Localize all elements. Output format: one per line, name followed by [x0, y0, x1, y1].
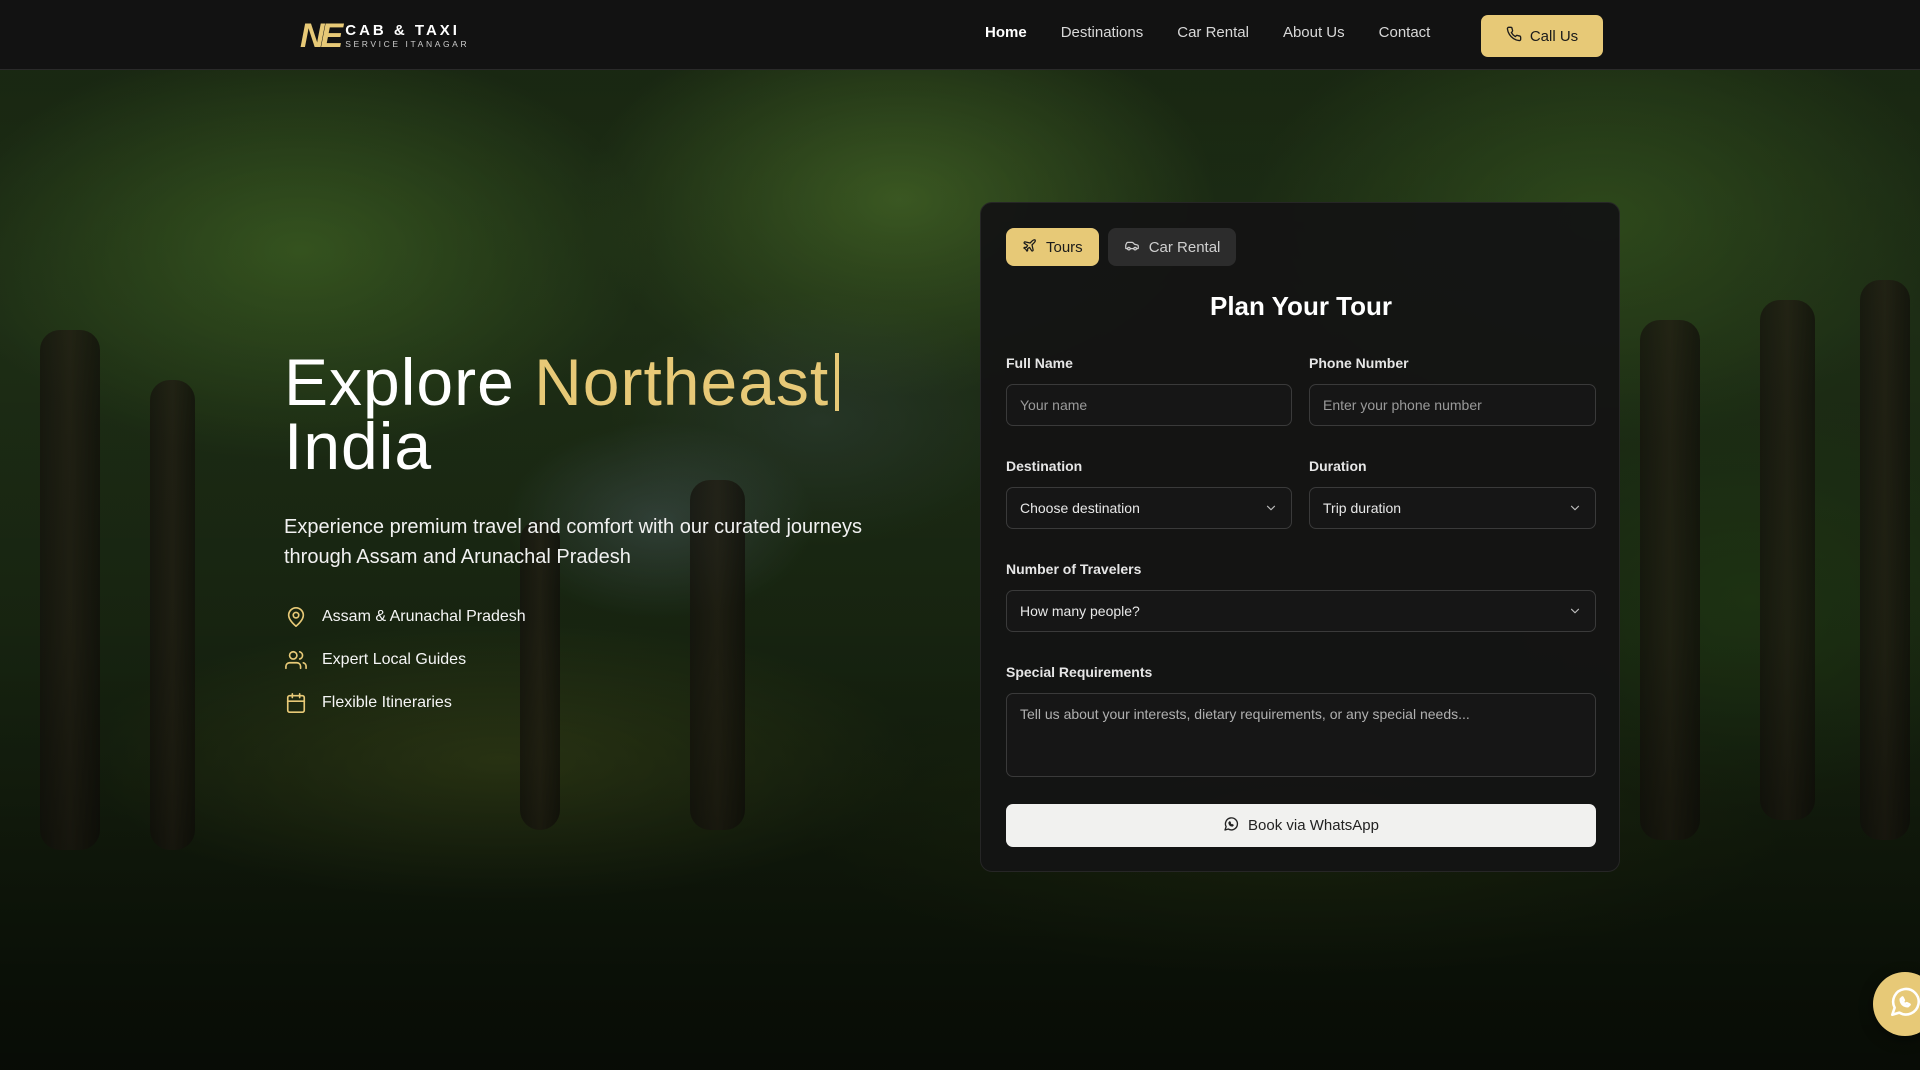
logo-line2: SERVICE ITANAGAR — [345, 39, 470, 49]
destination-value: Choose destination — [1020, 500, 1140, 516]
phone-input[interactable] — [1309, 384, 1596, 426]
brand-logo[interactable]: NE CAB & TAXI SERVICE ITANAGAR — [300, 17, 470, 55]
duration-select[interactable]: Trip duration — [1309, 487, 1596, 529]
duration-label: Duration — [1309, 458, 1367, 474]
book-whatsapp-label: Book via WhatsApp — [1248, 817, 1379, 834]
tab-tours-label: Tours — [1046, 238, 1083, 256]
nav-link-destinations[interactable]: Destinations — [1061, 24, 1144, 41]
hero-title: Explore Northeast India — [284, 349, 924, 479]
feature-label: Expert Local Guides — [322, 650, 467, 668]
typing-cursor — [835, 353, 840, 411]
plan-tour-card: Tours Car Rental Plan Your Tour Full Nam… — [980, 202, 1620, 872]
hero-title-suffix: India — [284, 409, 433, 483]
travelers-select[interactable]: How many people? — [1006, 590, 1596, 632]
nav-link-home[interactable]: Home — [985, 24, 1027, 41]
hero-subtitle: Experience premium travel and comfort wi… — [284, 516, 863, 568]
calendar-icon — [284, 691, 308, 715]
feature-item: Assam & Arunachal Pradesh — [284, 604, 526, 629]
duration-value: Trip duration — [1323, 500, 1402, 516]
logo-text: CAB & TAXI SERVICE ITANAGAR — [345, 22, 470, 50]
book-whatsapp-button[interactable]: Book via WhatsApp — [1006, 804, 1596, 847]
call-us-label: Call Us — [1529, 27, 1579, 45]
feature-label: Flexible Itineraries — [322, 693, 452, 711]
users-icon — [284, 648, 308, 672]
logo-mark: NE — [300, 17, 343, 55]
destination-select[interactable]: Choose destination — [1006, 487, 1292, 529]
form-title: Plan Your Tour — [1209, 291, 1392, 321]
hero-title-accent: Northeast — [534, 345, 830, 419]
full-name-label: Full Name — [1006, 355, 1073, 371]
nav-link-about-us[interactable]: About Us — [1283, 24, 1345, 41]
car-icon — [1124, 238, 1140, 257]
feature-list: Assam & Arunachal Pradesh Expert Local G… — [284, 604, 526, 715]
chevron-down-icon — [1570, 608, 1580, 614]
plane-icon — [1022, 238, 1037, 257]
phone-icon — [1506, 26, 1522, 46]
destination-label: Destination — [1006, 458, 1083, 474]
travelers-label: Number of Travelers — [1006, 561, 1142, 577]
nav-link-contact[interactable]: Contact — [1379, 24, 1431, 41]
chevron-down-icon — [1570, 505, 1580, 511]
requirements-textarea[interactable] — [1006, 693, 1596, 777]
nav-menu: Home Destinations Car Rental About Us Co… — [985, 24, 1430, 41]
travelers-value: How many people? — [1020, 603, 1140, 619]
feature-item: Expert Local Guides — [284, 647, 526, 672]
map-pin-icon — [284, 605, 308, 629]
tab-tours[interactable]: Tours — [1006, 228, 1099, 266]
whatsapp-icon — [1888, 985, 1920, 1024]
feature-item: Flexible Itineraries — [284, 690, 526, 715]
whatsapp-icon — [1223, 816, 1239, 836]
logo-line1: CAB & TAXI — [345, 22, 460, 39]
hero-title-prefix: Explore — [284, 345, 515, 419]
feature-label: Assam & Arunachal Pradesh — [322, 607, 526, 625]
requirements-label: Special Requirements — [1006, 664, 1153, 680]
nav-link-car-rental[interactable]: Car Rental — [1177, 24, 1249, 41]
chevron-down-icon — [1266, 505, 1276, 511]
tab-car-rental-label: Car Rental — [1148, 238, 1221, 256]
tab-car-rental[interactable]: Car Rental — [1107, 228, 1237, 266]
call-us-button[interactable]: Call Us — [1481, 15, 1603, 57]
booking-tabs: Tours Car Rental — [1006, 228, 1237, 266]
phone-label: Phone Number — [1309, 355, 1409, 371]
navbar: NE CAB & TAXI SERVICE ITANAGAR Home Dest… — [0, 0, 1920, 70]
full-name-input[interactable] — [1006, 384, 1292, 426]
